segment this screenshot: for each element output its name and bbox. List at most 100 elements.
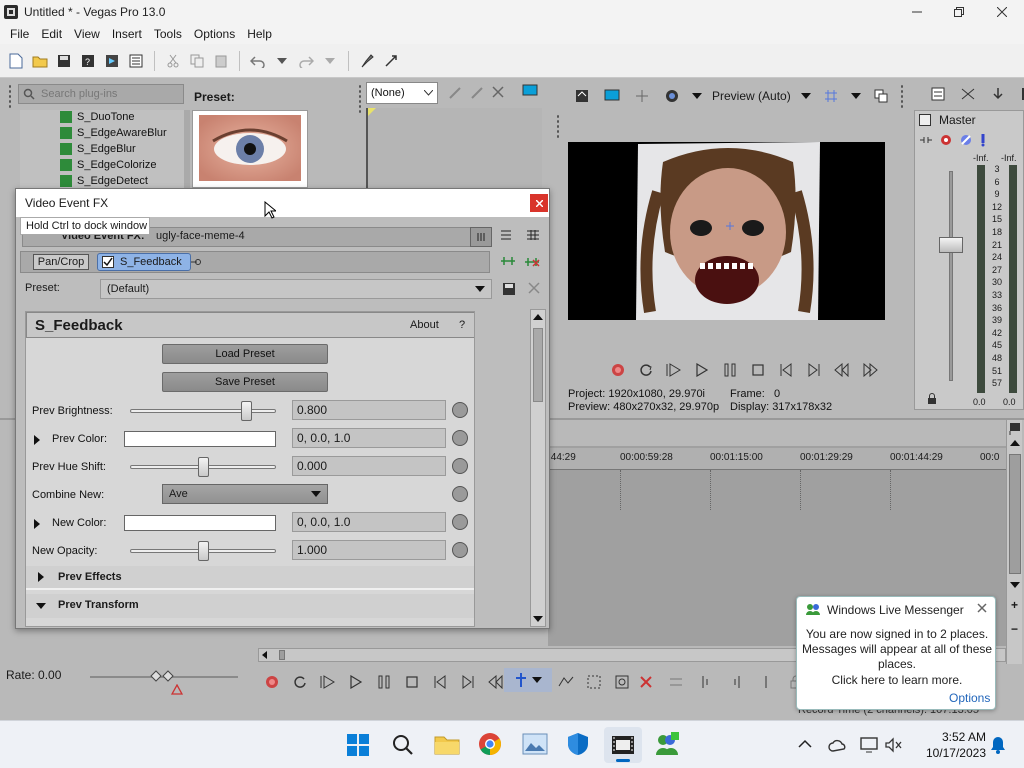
previous-frame-button[interactable] (486, 672, 506, 692)
scroll-down-icon[interactable] (533, 616, 543, 622)
messenger-options-link[interactable]: Options (949, 691, 990, 705)
mixer-properties-button[interactable] (928, 84, 948, 104)
expand-arrow-icon[interactable] (34, 435, 40, 445)
lock-envelopes-button[interactable] (1018, 84, 1024, 104)
menu-insert[interactable]: Insert (106, 27, 148, 41)
menu-options[interactable]: Options (188, 27, 241, 41)
scroll-left-icon[interactable] (262, 651, 267, 659)
messenger-learn-more[interactable]: Click here to learn more. (801, 673, 993, 687)
file-explorer-button[interactable] (434, 733, 460, 755)
section-prev-effects[interactable]: Prev Effects (26, 566, 474, 590)
volume-tray-icon[interactable] (884, 737, 904, 753)
plugin-chain-button[interactable] (500, 255, 516, 267)
hscroll-thumb[interactable] (279, 650, 285, 660)
delete-preset-button[interactable] (528, 282, 540, 294)
undo-dropdown[interactable] (272, 51, 292, 71)
preview-properties-button[interactable] (572, 86, 592, 106)
fx-preset-dropdown[interactable]: (Default) (100, 279, 492, 299)
plugin-list-scrollbar[interactable] (184, 110, 190, 192)
save-as-button[interactable]: ? (78, 51, 98, 71)
external-monitor-button[interactable] (602, 86, 622, 106)
search-button[interactable] (392, 734, 414, 756)
vegas-taskbar-button[interactable] (604, 727, 642, 763)
zoom-out-icon[interactable]: − (1009, 622, 1020, 636)
preview-mode[interactable]: Preview (Auto) (712, 89, 791, 103)
prev-hue-shift-value[interactable]: 0.000 (292, 456, 446, 476)
insert-fx-icon[interactable] (919, 134, 933, 146)
messenger-notification[interactable]: Windows Live Messenger You are now signe… (796, 596, 996, 710)
cloud-tray-icon[interactable] (828, 737, 848, 753)
fx-scrollbar[interactable] (530, 309, 546, 627)
pause-button[interactable] (374, 672, 394, 692)
messenger-taskbar-button[interactable] (654, 731, 680, 757)
keyframe-dial-icon[interactable] (452, 402, 468, 418)
selection-tool-button[interactable] (584, 672, 604, 692)
expand-arrow-icon[interactable] (34, 519, 40, 529)
chain-item-pan-crop[interactable]: Pan/Crop (33, 254, 89, 270)
rate-thumb[interactable] (150, 670, 174, 682)
plugin-item[interactable]: S_DuoTone (60, 110, 167, 124)
plugin-item[interactable]: S_EdgeBlur (60, 142, 167, 156)
go-to-start-button[interactable] (430, 672, 450, 692)
view-grid-button[interactable] (526, 229, 540, 241)
prev-hue-shift-thumb[interactable] (198, 457, 209, 477)
stop-button[interactable] (402, 672, 422, 692)
transition-dropdown[interactable]: (None) (366, 82, 438, 104)
copy-button[interactable] (187, 51, 207, 71)
menu-edit[interactable]: Edit (35, 27, 68, 41)
chevron-down-icon[interactable] (692, 93, 702, 99)
combine-new-select[interactable]: Ave (162, 484, 328, 504)
trim-start-button[interactable] (696, 672, 716, 692)
prev-brightness-slider[interactable] (130, 409, 276, 413)
minimize-button[interactable] (896, 0, 938, 24)
transition-tool-2[interactable] (470, 86, 484, 100)
keyframe-dial-icon[interactable] (452, 514, 468, 530)
next-frame-button[interactable] (860, 360, 880, 380)
render-as-button[interactable] (357, 51, 377, 71)
prev-color-swatch[interactable] (124, 431, 276, 447)
plugin-item[interactable]: S_EdgeDetect (60, 174, 167, 188)
fx-scroll-thumb[interactable] (533, 328, 543, 402)
record-button[interactable] (262, 672, 282, 692)
properties-button[interactable] (126, 51, 146, 71)
play-from-start-button[interactable] (664, 360, 684, 380)
new-button[interactable] (6, 51, 26, 71)
search-input[interactable]: Search plug-ins (41, 88, 117, 100)
play-button[interactable] (692, 360, 712, 380)
plugin-item[interactable]: S_EdgeColorize (60, 158, 167, 172)
copy-snapshot-button[interactable] (871, 86, 891, 106)
menu-view[interactable]: View (68, 27, 106, 41)
keyframe-dial-icon[interactable] (452, 430, 468, 446)
downmix-button[interactable] (958, 84, 978, 104)
about-button[interactable]: About (410, 319, 439, 331)
timeline-vscroll[interactable]: + − (1006, 420, 1022, 664)
go-to-end-button[interactable] (804, 360, 824, 380)
save-button[interactable] (54, 51, 74, 71)
save-preset-icon-button[interactable] (502, 282, 516, 296)
remove-plugin-button[interactable] (524, 255, 540, 269)
transition-monitor[interactable] (522, 84, 538, 98)
scroll-up-icon[interactable] (533, 314, 543, 320)
menu-file[interactable]: File (4, 27, 35, 41)
security-button[interactable] (566, 732, 590, 756)
redo-button[interactable] (296, 51, 316, 71)
view-list-button[interactable] (470, 227, 492, 247)
tool-button[interactable] (381, 51, 401, 71)
dim-output-button[interactable] (988, 84, 1008, 104)
transition-tool-1[interactable] (448, 86, 462, 100)
cut-button[interactable] (163, 51, 183, 71)
split-screen-button[interactable] (632, 86, 652, 106)
clock[interactable]: 3:52 AM 10/17/2023 (914, 729, 986, 761)
preview-quality-button[interactable] (662, 86, 682, 106)
keyframe-dial-icon[interactable] (452, 458, 468, 474)
previous-frame-button[interactable] (832, 360, 852, 380)
edit-tool-button[interactable] (504, 668, 552, 692)
trim-end-button[interactable] (726, 672, 746, 692)
record-button[interactable] (608, 360, 628, 380)
scroll-up-icon[interactable] (1010, 440, 1020, 446)
new-color-value[interactable]: 0, 0.0, 1.0 (292, 512, 446, 532)
delete-button[interactable] (636, 672, 656, 692)
help-button[interactable]: ? (459, 319, 465, 331)
new-opacity-value[interactable]: 1.000 (292, 540, 446, 560)
master-fader-thumb[interactable] (939, 237, 963, 253)
